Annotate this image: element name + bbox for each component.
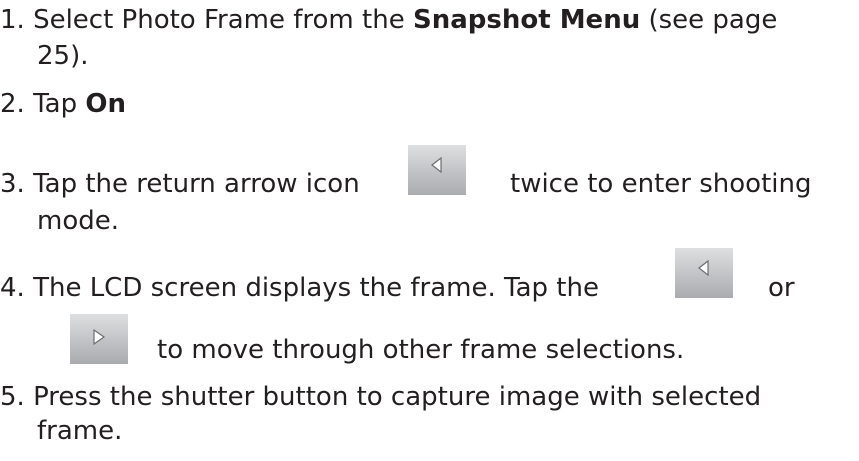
step-number: 1. bbox=[0, 5, 25, 35]
step-4: 4. The LCD screen displays the frame. Ta… bbox=[0, 272, 599, 304]
step-3-continued: mode. bbox=[37, 206, 119, 236]
step-text: (see page bbox=[640, 5, 778, 35]
step-3-text-after-icon: twice to enter shooting bbox=[510, 169, 812, 199]
step-text: Press the shutter button to capture imag… bbox=[33, 382, 762, 412]
right-arrow-icon bbox=[70, 314, 128, 364]
step-text: Select Photo Frame from the bbox=[33, 5, 413, 35]
step-1: 1. Select Photo Frame from the Snapshot … bbox=[0, 4, 777, 36]
step-3: 3. Tap the return arrow icon bbox=[0, 168, 360, 200]
step-text: Tap the return arrow icon bbox=[33, 169, 360, 199]
step-number: 2. bbox=[0, 89, 25, 119]
step-4-continued: to move through other frame selections. bbox=[157, 335, 685, 365]
step-text: Tap bbox=[33, 89, 86, 119]
step-text: The LCD screen displays the frame. Tap t… bbox=[33, 273, 599, 303]
step-number: 5. bbox=[0, 382, 25, 412]
step-5-continued: frame. bbox=[37, 416, 123, 446]
step-1-continued: 25). bbox=[37, 41, 89, 71]
option-name: On bbox=[85, 89, 126, 119]
step-number: 3. bbox=[0, 169, 25, 199]
step-4-text-after-icon: or bbox=[768, 273, 795, 303]
left-arrow-icon bbox=[408, 145, 466, 195]
step-number: 4. bbox=[0, 273, 25, 303]
step-5: 5. Press the shutter button to capture i… bbox=[0, 381, 761, 413]
menu-name: Snapshot Menu bbox=[412, 5, 641, 35]
left-arrow-icon bbox=[675, 248, 733, 298]
step-2: 2. Tap On bbox=[0, 88, 126, 120]
